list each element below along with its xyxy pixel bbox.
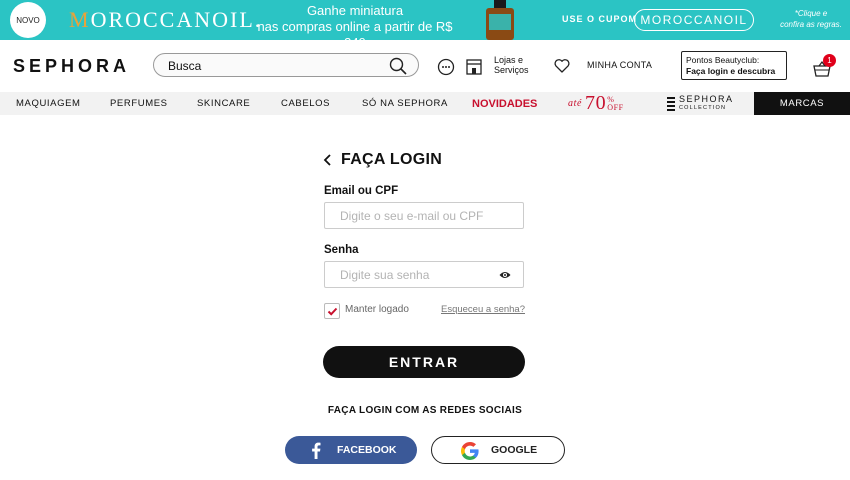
stores-label: Lojas e Serviços <box>494 55 529 75</box>
facebook-login-button[interactable]: FACEBOOK <box>285 436 417 464</box>
stores-services-link[interactable]: Lojas e Serviços <box>465 54 535 80</box>
password-field[interactable] <box>340 267 500 283</box>
keep-logged-label[interactable]: Manter logado <box>345 304 409 315</box>
novo-badge: NOVO <box>10 2 46 38</box>
rules-line1: *Clique e <box>794 9 828 18</box>
heart-icon[interactable] <box>553 57 571 75</box>
coupon-code: MOROCCANOIL <box>634 9 754 31</box>
nav-item-marcas[interactable]: MARCAS <box>754 92 850 115</box>
login-section: FAÇA LOGIN Email ou CPF Senha Manter log… <box>0 115 850 480</box>
promo-ate-text: até <box>568 98 583 109</box>
beautyclub-box[interactable]: Pontos Beautyclub: Faça login e descubra <box>681 51 787 80</box>
email-label: Email ou CPF <box>324 185 399 197</box>
check-icon <box>327 307 338 316</box>
chat-icon[interactable] <box>437 58 455 76</box>
main-nav: MAQUIAGEM PERFUMES SKINCARE CABELOS SÓ N… <box>0 92 850 115</box>
nav-item-so-na-sephora[interactable]: SÓ NA SEPHORA <box>362 92 448 115</box>
collection-brand: SEPHORA <box>679 93 734 104</box>
moroccanoil-logo: MOROCCANOIL. <box>69 9 262 31</box>
rules-line2: confira as regras. <box>780 20 842 29</box>
nav-item-promo-70-off[interactable]: até 70 % OFF <box>568 92 624 115</box>
stores-label-line1: Lojas e <box>494 55 524 65</box>
nav-item-maquiagem[interactable]: MAQUIAGEM <box>16 92 81 115</box>
beautyclub-login-cta: Faça login e descubra <box>686 66 776 76</box>
promo-percent-number: 70 <box>585 92 607 114</box>
email-field[interactable] <box>340 208 500 224</box>
stores-label-line2: Serviços <box>494 65 529 75</box>
nav-item-novidades[interactable]: NOVIDADES <box>472 92 537 115</box>
promo-message-line1: Ganhe miniatura <box>306 3 404 18</box>
login-title: FAÇA LOGIN <box>341 151 443 168</box>
cart-button[interactable]: 1 <box>813 54 839 80</box>
eye-icon[interactable] <box>499 270 511 280</box>
forgot-password-link[interactable]: Esqueceu a senha? <box>441 304 525 315</box>
site-header: SEPHORA Lojas e Serviços MINHA CONTA Pon… <box>0 40 850 92</box>
collection-sub: COLLECTION <box>679 104 727 111</box>
nav-item-sephora-collection[interactable]: SEPHORA COLLECTION <box>667 92 734 115</box>
facebook-icon <box>312 442 321 459</box>
collection-logo-text: SEPHORA COLLECTION <box>679 93 734 113</box>
password-field-box[interactable] <box>324 261 524 288</box>
keep-logged-checkbox[interactable] <box>324 303 340 319</box>
beautyclub-points-label: Pontos Beautyclub: <box>686 55 760 65</box>
search-bar[interactable] <box>153 53 419 77</box>
cart-count-badge: 1 <box>823 54 836 67</box>
promo-off-text: % OFF <box>607 95 624 112</box>
email-field-box[interactable] <box>324 202 524 229</box>
collection-logo-icon <box>667 96 675 111</box>
promo-off-label: OFF <box>607 102 624 112</box>
nav-item-skincare[interactable]: SKINCARE <box>197 92 250 115</box>
google-label: GOOGLE <box>491 444 538 456</box>
facebook-label: FACEBOOK <box>337 444 397 456</box>
coupon-label: USE O CUPOM <box>562 14 638 24</box>
brand-logo-initial: M <box>69 7 91 32</box>
search-input[interactable] <box>168 57 368 74</box>
rules-link[interactable]: *Clique e confira as regras. <box>778 8 844 30</box>
google-icon <box>461 442 479 460</box>
my-account-link[interactable]: MINHA CONTA <box>587 60 652 70</box>
sephora-logo[interactable]: SEPHORA <box>13 56 130 77</box>
google-login-button[interactable]: GOOGLE <box>431 436 565 464</box>
social-login-title: FAÇA LOGIN COM AS REDES SOCIAIS <box>327 405 523 416</box>
promo-banner[interactable]: NOVO MOROCCANOIL. Ganhe miniatura nas co… <box>0 0 850 50</box>
search-icon[interactable] <box>388 56 408 76</box>
password-label: Senha <box>324 244 359 256</box>
store-icon <box>466 59 482 75</box>
nav-item-cabelos[interactable]: CABELOS <box>281 92 330 115</box>
brand-logo-rest: OROCCANOIL. <box>90 7 263 32</box>
nav-item-perfumes[interactable]: PERFUMES <box>110 92 168 115</box>
product-bottle-image <box>486 0 514 40</box>
login-submit-button[interactable]: ENTRAR <box>323 346 525 378</box>
back-chevron-icon[interactable] <box>322 153 334 167</box>
